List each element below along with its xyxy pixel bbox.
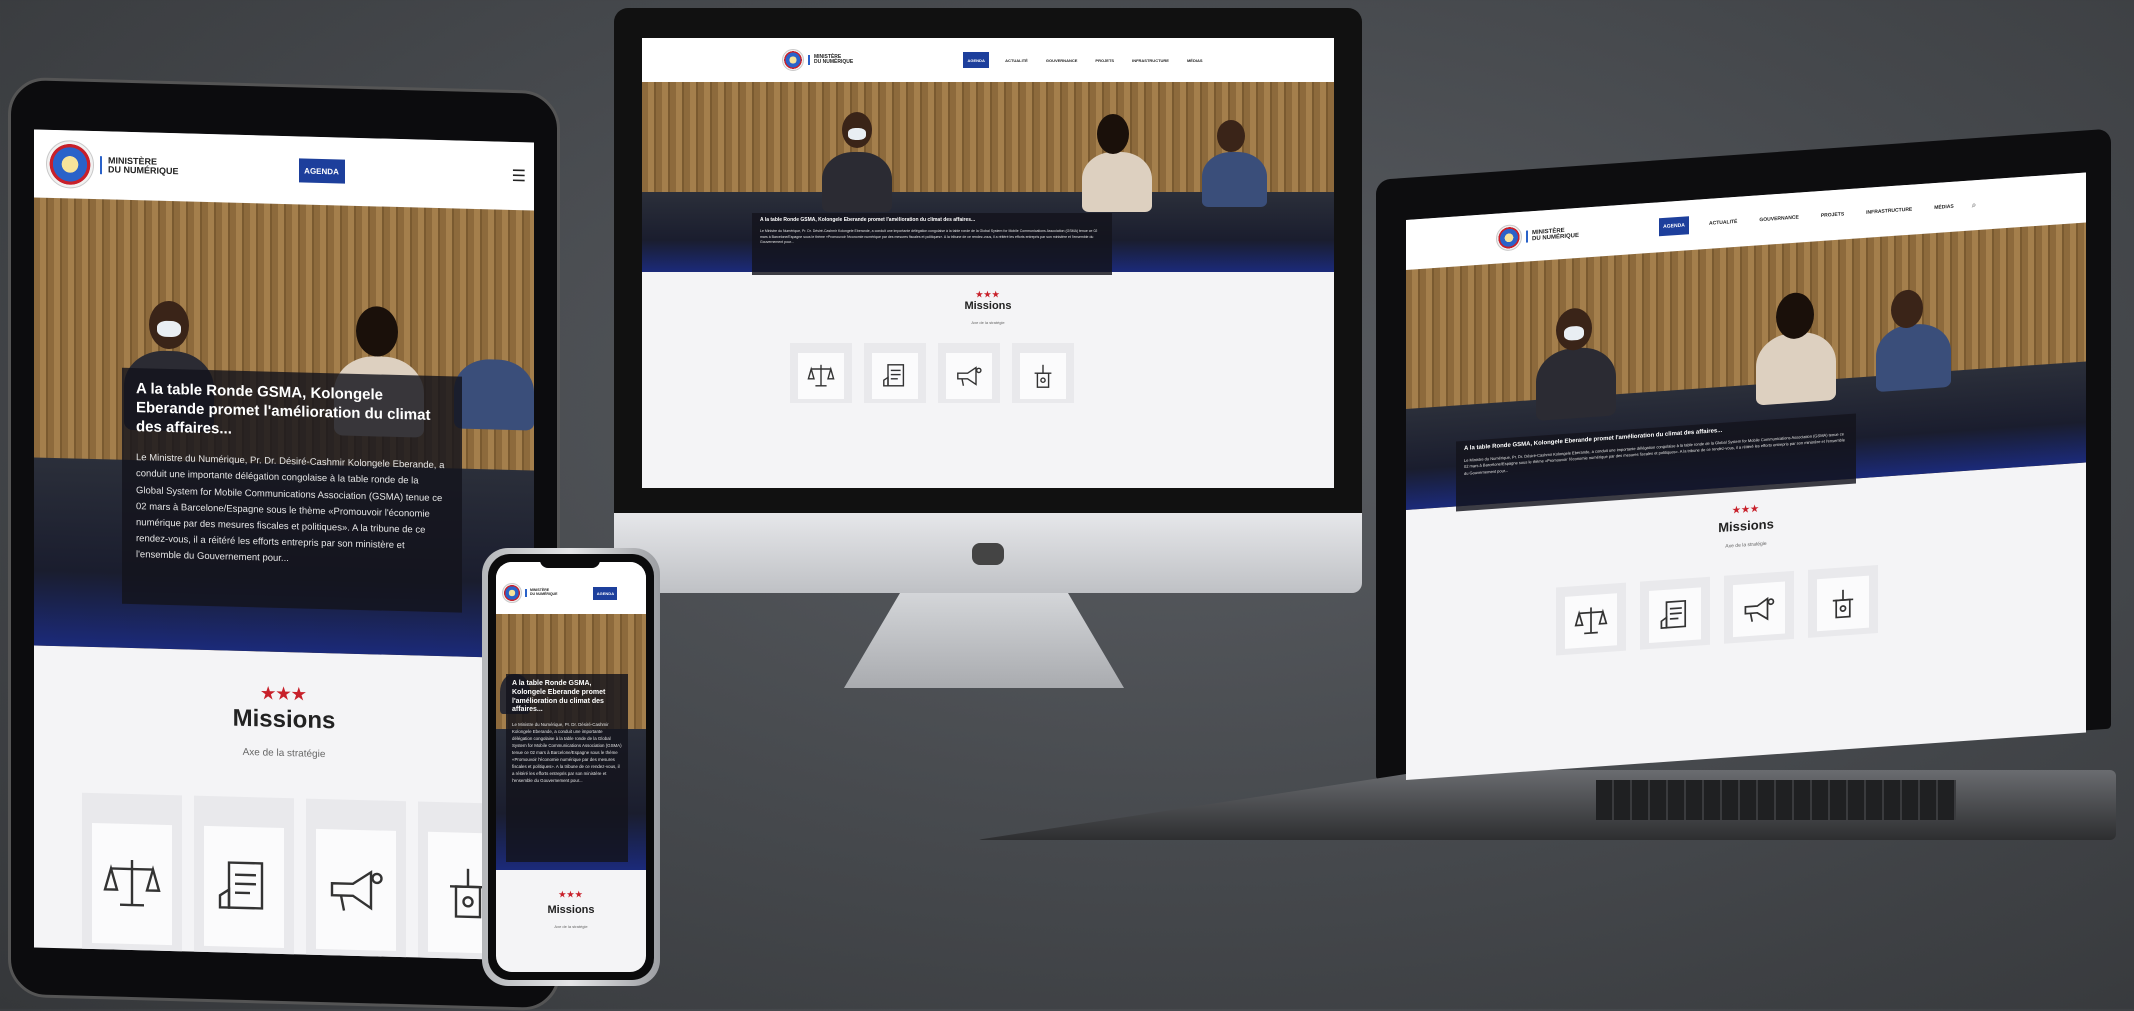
megaphone-icon <box>326 859 386 921</box>
mission-card[interactable] <box>1556 583 1626 656</box>
mission-card[interactable] <box>1808 565 1878 638</box>
site-logo[interactable]: MINISTÈRE DU NUMÉRIQUE <box>502 583 557 603</box>
menu-item-gouvernance[interactable]: GOUVERNANCE <box>1759 215 1798 224</box>
person-image <box>822 152 892 212</box>
mission-card[interactable] <box>306 799 406 961</box>
agenda-button[interactable]: AGENDA <box>299 158 345 183</box>
seal-icon <box>46 140 94 189</box>
menu-item-medias[interactable]: MÉDIAS <box>1934 204 1953 211</box>
laptop-device: MINISTÈRE DU NUMÉRIQUE AGENDA ACTUALITÉ … <box>976 180 2126 900</box>
missions-title: Missions <box>496 904 646 916</box>
mission-card[interactable] <box>194 796 294 959</box>
search-icon[interactable]: ⌕ <box>1972 200 1976 210</box>
seal-icon <box>1496 224 1522 252</box>
missions-subtitle: Axe de la stratégie <box>34 741 534 765</box>
site-logo[interactable]: MINISTÈRE DU NUMÉRIQUE <box>1496 220 1579 252</box>
hero-article: Le Ministre du Numérique, Pr. Dr. Désiré… <box>136 450 448 571</box>
hero-caption[interactable]: A la table Ronde GSMA, Kolongele Eberand… <box>122 368 462 613</box>
menu-item-medias[interactable]: MÉDIAS <box>1187 58 1203 63</box>
site-logo[interactable]: MINISTÈRE DU NUMÉRIQUE <box>46 140 179 191</box>
agenda-button[interactable]: AGENDA <box>593 587 617 600</box>
logo-line2: DU NUMÉRIQUE <box>108 165 179 176</box>
document-icon <box>1658 597 1692 633</box>
hero-article: Le Ministre du Numérique, Pr. Dr. Désiré… <box>512 721 622 784</box>
main-menu: ACTUALITÉ GOUVERNANCE PROJETS INFRASTRUC… <box>1709 204 1954 227</box>
mission-card[interactable] <box>790 343 852 403</box>
seal-icon <box>502 583 522 603</box>
tablet-device: MINISTÈRE DU NUMÉRIQUE AGENDA ☰ A la tab… <box>8 84 560 1004</box>
missions-subtitle: Axe de la stratégie <box>496 924 646 929</box>
phone-screen: MINISTÈRE DU NUMÉRIQUE AGENDA A la table… <box>496 562 646 972</box>
site-header: MINISTÈRE DU NUMÉRIQUE AGENDA ☰ <box>34 129 534 210</box>
logo-line2: DU NUMÉRIQUE <box>814 60 853 65</box>
megaphone-icon <box>1742 591 1776 627</box>
mission-card[interactable] <box>1724 571 1794 644</box>
main-menu: ACTUALITÉ GOUVERNANCE PROJETS INFRASTRUC… <box>1005 58 1202 63</box>
tablet-screen: MINISTÈRE DU NUMÉRIQUE AGENDA ☰ A la tab… <box>34 129 534 960</box>
site-header: MINISTÈRE DU NUMÉRIQUE AGENDA <box>496 562 646 614</box>
scales-icon <box>102 853 162 915</box>
menu-item-actualite[interactable]: ACTUALITÉ <box>1005 58 1028 63</box>
podium-icon <box>1826 585 1860 621</box>
scales-icon <box>807 362 835 390</box>
hero-caption[interactable]: A la table Ronde GSMA, Kolongele Eberand… <box>506 674 628 862</box>
hero-headline: A la table Ronde GSMA, Kolongele Eberand… <box>136 380 448 444</box>
phone-device: MINISTÈRE DU NUMÉRIQUE AGENDA A la table… <box>482 548 660 986</box>
site-header: MINISTÈRE DU NUMÉRIQUE AGENDA ACTUALITÉ … <box>642 38 1334 82</box>
menu-item-projets[interactable]: PROJETS <box>1095 58 1114 63</box>
menu-item-projets[interactable]: PROJETS <box>1821 211 1844 219</box>
hamburger-menu-icon[interactable]: ☰ <box>512 166 526 186</box>
mission-card[interactable] <box>1640 577 1710 650</box>
menu-item-gouvernance[interactable]: GOUVERNANCE <box>1046 58 1078 63</box>
hero-headline: A la table Ronde GSMA, Kolongele Eberand… <box>512 680 622 715</box>
laptop-keyboard <box>1596 780 1956 820</box>
agenda-button[interactable]: AGENDA <box>963 52 989 68</box>
person-image <box>1536 345 1616 421</box>
seal-icon <box>782 49 804 71</box>
laptop-screen: MINISTÈRE DU NUMÉRIQUE AGENDA ACTUALITÉ … <box>1406 172 2086 780</box>
menu-item-infrastructure[interactable]: INFRASTRUCTURE <box>1866 207 1912 216</box>
mission-card[interactable] <box>82 793 182 956</box>
mission-card[interactable] <box>864 343 926 403</box>
scales-icon <box>1574 603 1608 639</box>
site-logo[interactable]: MINISTÈRE DU NUMÉRIQUE <box>782 49 853 71</box>
document-icon <box>881 362 909 390</box>
stars-ornament: ★★★ <box>496 890 646 899</box>
document-icon <box>214 856 274 918</box>
agenda-button[interactable]: AGENDA <box>1659 216 1689 236</box>
logo-line2: DU NUMÉRIQUE <box>530 593 557 597</box>
menu-item-actualite[interactable]: ACTUALITÉ <box>1709 219 1737 227</box>
phone-notch <box>540 556 600 568</box>
menu-item-infrastructure[interactable]: INFRASTRUCTURE <box>1132 58 1169 63</box>
